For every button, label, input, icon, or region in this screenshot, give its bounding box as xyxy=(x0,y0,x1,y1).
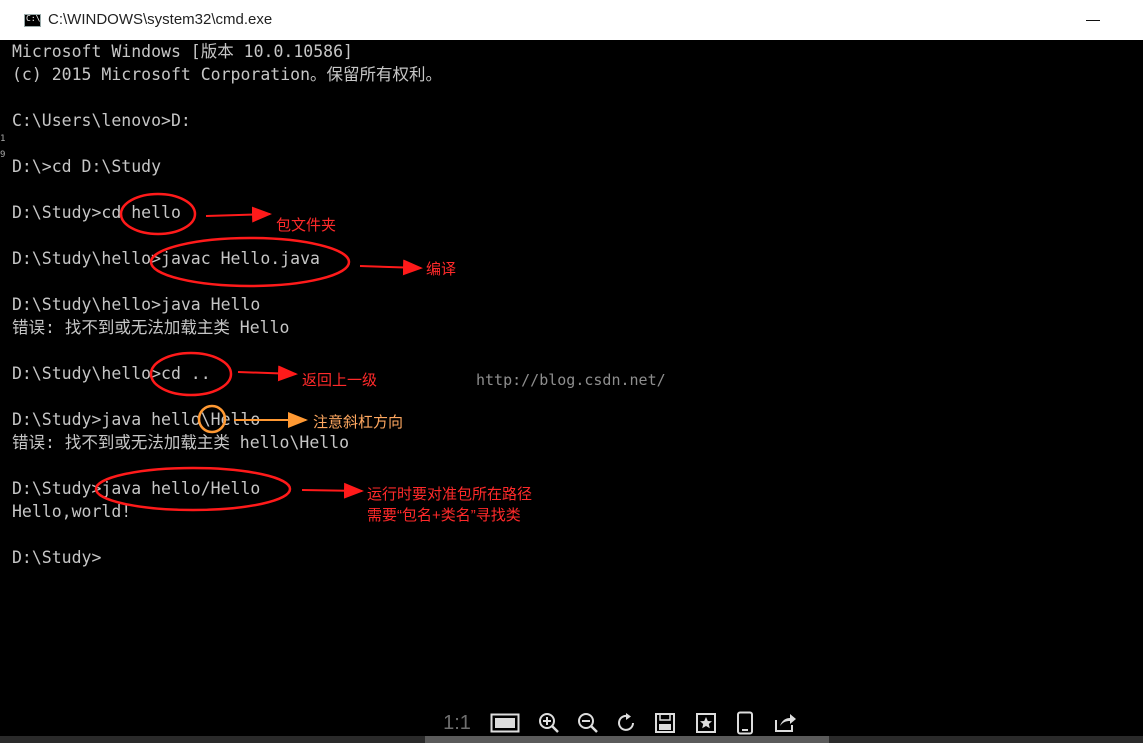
zoom-in-icon xyxy=(539,713,559,733)
console-line: 错误: 找不到或无法加载主类 Hello xyxy=(12,318,290,337)
console-line: D:\Study> xyxy=(12,548,102,567)
fit-screen-icon xyxy=(490,713,520,733)
annotation-run-note-1: 运行时要对准包所在路径 xyxy=(367,486,533,503)
console-line: (c) 2015 Microsoft Corporation。保留所有权利。 xyxy=(12,65,443,84)
annotation-package-folder: 包文件夹 xyxy=(276,217,337,234)
mobile-button[interactable] xyxy=(728,708,762,738)
console-line: D:\Study>java hello/Hello xyxy=(12,479,261,498)
share-icon xyxy=(775,714,796,732)
favorite-button[interactable] xyxy=(689,708,723,738)
mobile-icon xyxy=(737,711,753,735)
actual-size-button[interactable]: 1:1 xyxy=(440,708,474,738)
console-line: D:\>cd D:\Study xyxy=(12,157,162,176)
save-icon xyxy=(655,713,675,733)
console-line: C:\Users\lenovo>D: xyxy=(12,111,191,130)
console-line: D:\Study\hello>java Hello xyxy=(12,295,261,314)
favorite-icon xyxy=(696,713,716,733)
console-line: D:\Study\hello>cd .. xyxy=(12,364,211,383)
zoom-out-icon xyxy=(578,713,598,733)
console-line: D:\Study>java hello\Hello xyxy=(12,410,261,429)
save-button[interactable] xyxy=(648,708,682,738)
cmd-app-icon xyxy=(24,14,41,27)
zoom-in-button[interactable] xyxy=(532,708,566,738)
scrollbar-thumb[interactable] xyxy=(425,736,829,743)
annotation-go-up: 返回上一级 xyxy=(302,372,378,389)
rotate-icon xyxy=(618,713,634,731)
window-title: C:\WINDOWS\system32\cmd.exe xyxy=(48,11,273,28)
rotate-button[interactable] xyxy=(610,708,644,738)
fit-screen-button[interactable] xyxy=(488,708,522,738)
console-line: D:\Study>cd hello xyxy=(12,203,181,222)
watermark-url: http://blog.csdn.net/ xyxy=(476,371,666,389)
share-button[interactable] xyxy=(768,708,802,738)
annotation-slash-direction: 注意斜杠方向 xyxy=(313,414,404,431)
gutter-mark: 1 xyxy=(0,134,6,144)
console-line: 错误: 找不到或无法加载主类 hello\Hello xyxy=(12,433,350,452)
ratio-label: 1:1 xyxy=(443,711,471,734)
console-line: Microsoft Windows [版本 10.0.10586] xyxy=(12,42,353,61)
minimize-button[interactable] xyxy=(1078,8,1108,32)
annotation-run-note-2: 需要“包名+类名”寻找类 xyxy=(367,507,521,524)
console-line: D:\Study\hello>javac Hello.java xyxy=(12,249,320,268)
window-titlebar: C:\WINDOWS\system32\cmd.exe xyxy=(0,0,1143,41)
zoom-out-button[interactable] xyxy=(571,708,605,738)
annotation-compile: 编译 xyxy=(426,261,457,278)
console-line: Hello,world! xyxy=(12,502,132,521)
gutter-mark: 9 xyxy=(0,150,6,160)
